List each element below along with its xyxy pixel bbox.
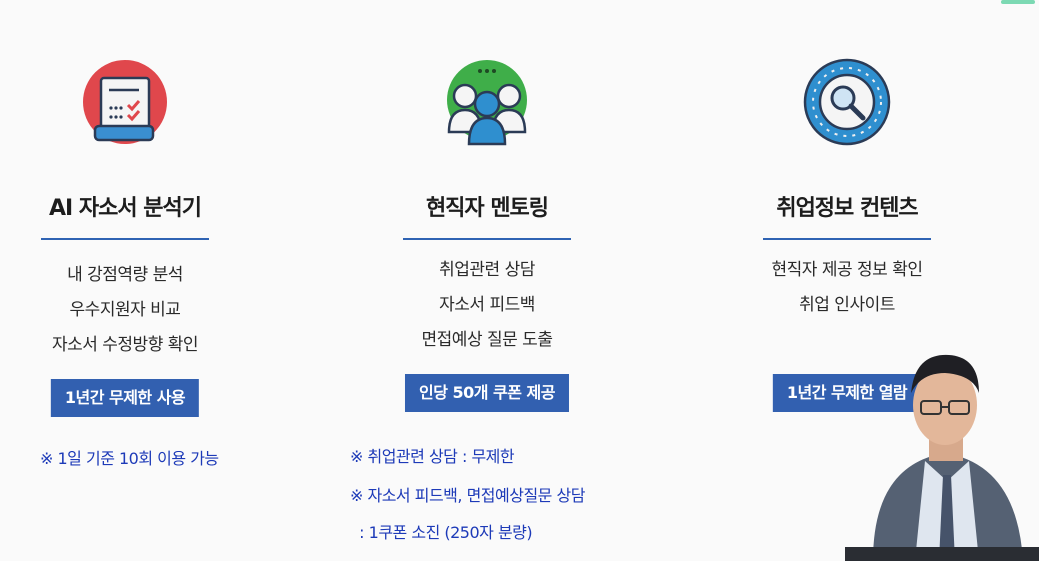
feature-item: 취업관련 상담 [439,260,535,280]
feature-list: 현직자 제공 정보 확인 취업 인사이트 [722,253,972,323]
feature-item: 자소서 피드백 [439,295,535,315]
title-underline [763,238,931,240]
brand-mark [1001,0,1035,4]
feature-title: 취업정보 컨텐츠 [776,196,918,221]
feature-item: 내 강점역량 분석 [67,265,183,285]
note-text: ※ 자소서 피드백, 면접예상질문 상담 [350,486,585,505]
mentoring-group-icon [447,60,527,146]
title-underline [41,238,209,240]
feature-list: 취업관련 상담 자소서 피드백 면접예상 질문 도출 [362,253,612,358]
feature-item: 현직자 제공 정보 확인 [771,260,923,280]
presenter-video [845,354,1039,561]
magnifier-icon [803,58,891,146]
note-text: ※ 취업관련 상담 : 무제한 [350,447,515,466]
coupon-badge: 인당 50개 쿠폰 제공 [404,374,570,412]
feature-title: 현직자 멘토링 [425,196,549,221]
title-underline [403,238,571,240]
feature-item: 자소서 수정방향 확인 [51,335,199,355]
feature-title: AI 자소서 분석기 [49,196,202,221]
feature-list: 내 강점역량 분석 우수지원자 비교 자소서 수정방향 확인 [0,258,250,363]
feature-item: 취업 인사이트 [799,295,895,315]
usage-badge: 1년간 무제한 사용 [50,379,200,417]
feature-item: 면접예상 질문 도출 [421,330,553,350]
feature-item: 우수지원자 비교 [69,300,181,320]
document-checklist-icon [83,60,167,144]
note-text: ※ 1일 기준 10회 이용 가능 [40,449,219,468]
note-text: : 1쿠폰 소진 (250자 분량) [350,523,533,542]
